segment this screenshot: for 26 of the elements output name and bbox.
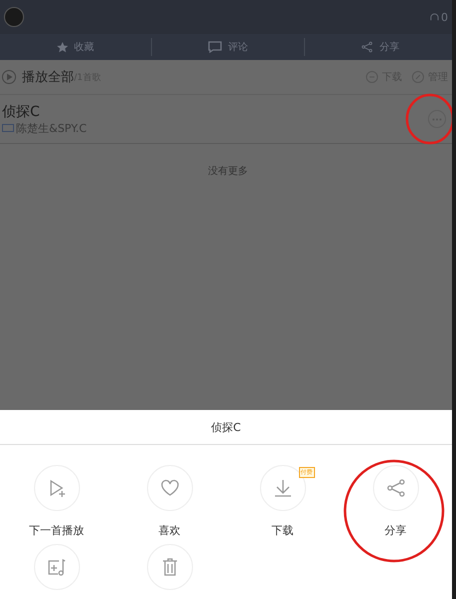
quality-tag-icon [2, 124, 14, 132]
tab-label[interactable]: 评论 [228, 40, 248, 54]
listen-count: 0 [430, 10, 448, 24]
action-label[interactable]: 分享 [384, 523, 406, 538]
avatar[interactable] [4, 7, 24, 27]
tab-label[interactable]: 分享 [379, 40, 400, 54]
action-label[interactable]: 下载 [272, 523, 294, 538]
share-icon [361, 41, 374, 53]
action-label[interactable]: 下一首播放 [29, 523, 84, 538]
highlight-circle [405, 93, 455, 145]
song-title[interactable]: 侦探C [2, 102, 87, 120]
play-icon[interactable] [2, 70, 16, 84]
sheet-title: 侦探C [0, 410, 452, 445]
action-button[interactable] [372, 465, 418, 511]
comment-icon [208, 41, 222, 53]
heart-icon [160, 479, 180, 497]
action-label[interactable]: 喜欢 [158, 523, 180, 538]
play-all-label[interactable]: 播放全部 [22, 68, 74, 86]
action-button[interactable] [146, 544, 192, 590]
action-button[interactable] [34, 465, 80, 511]
star-icon [57, 42, 68, 52]
add-music-icon [46, 557, 66, 577]
tab-label[interactable]: 收藏 [74, 40, 94, 54]
action-button[interactable] [146, 465, 192, 511]
share-icon [386, 478, 406, 498]
action-button[interactable] [34, 544, 80, 590]
